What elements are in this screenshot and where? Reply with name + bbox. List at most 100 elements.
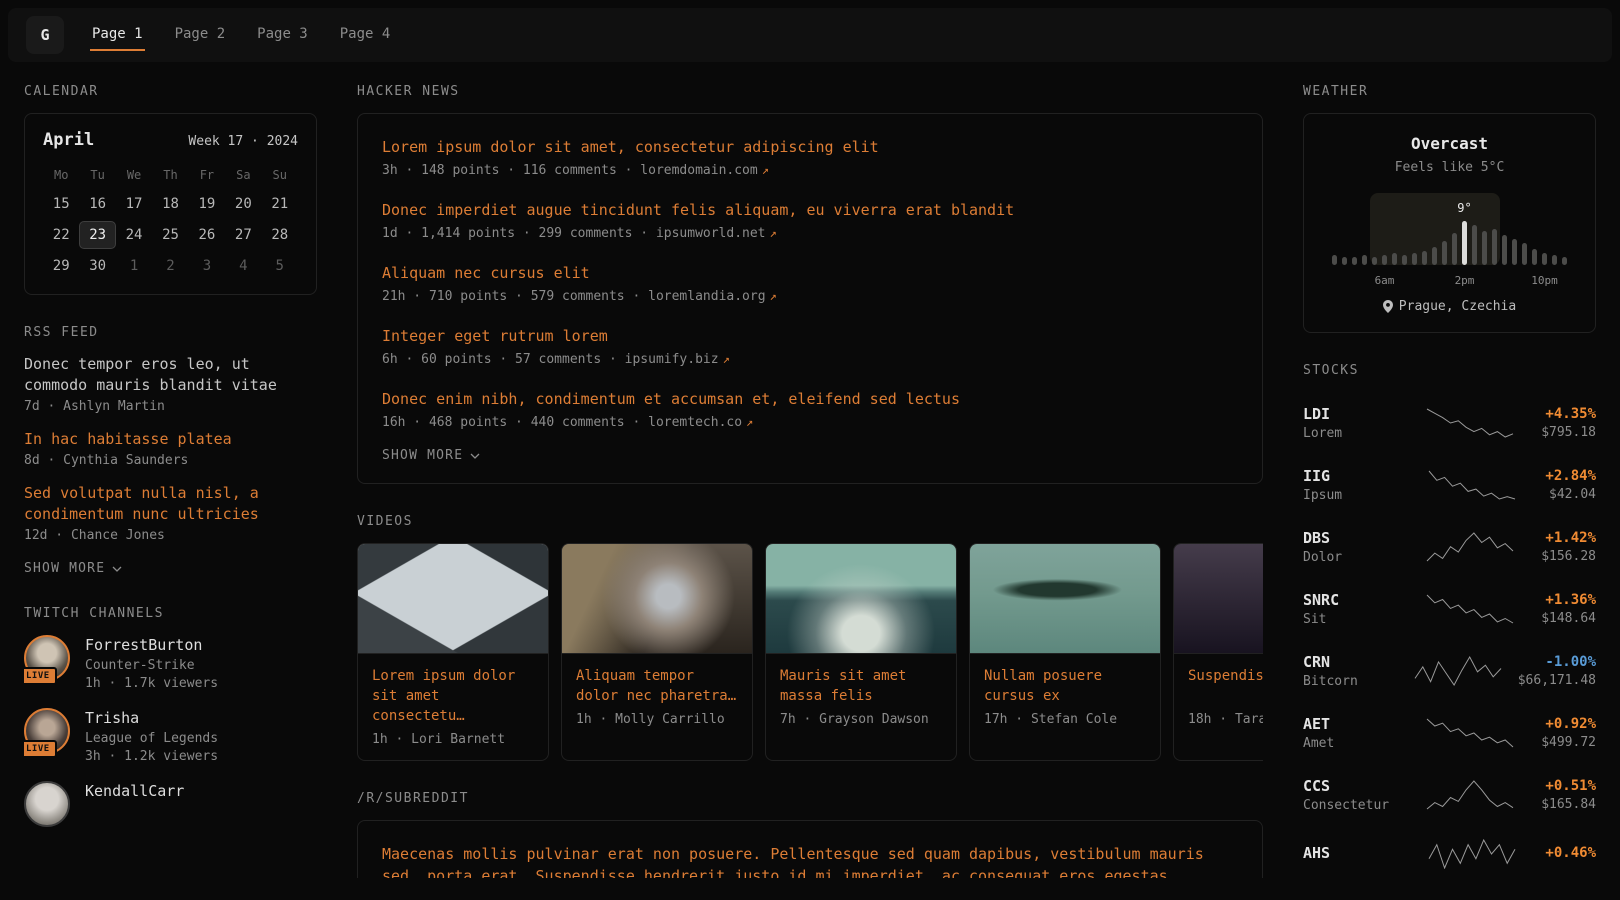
hn-story: Donec enim nibh, condimentum et accumsan… [382, 388, 1238, 430]
calendar-day: 23 [79, 221, 115, 249]
video-meta: 18h · Tara [1188, 712, 1263, 727]
twitch-channel[interactable]: LIVE Trisha League of Legends 3h · 1.2k … [24, 708, 317, 764]
logo: G [26, 16, 64, 54]
stocks-widget: STOCKS LDI Lorem +4.35% $795.18 IIG Ipsu… [1303, 363, 1596, 878]
avatar: LIVE [24, 635, 70, 681]
weather-bar [1352, 257, 1357, 265]
story-title-link[interactable]: Integer eget rutrum lorem [382, 325, 1238, 347]
story-source-link[interactable]: loremtech.co [648, 415, 742, 430]
stock-name: Lorem [1303, 426, 1399, 441]
stock-row-ahs[interactable]: AHS +0.46% [1303, 826, 1596, 878]
stock-list: LDI Lorem +4.35% $795.18 IIG Ipsum +2.84… [1303, 392, 1596, 878]
tab-page-1[interactable]: Page 1 [90, 20, 145, 51]
stock-change: -1.00% [1518, 654, 1596, 670]
weather-bar [1402, 255, 1407, 265]
stock-name: Bitcorn [1303, 674, 1399, 689]
weather-location: Prague, Czechia [1324, 299, 1575, 314]
video-card-row: Lorem ipsum dolor sit amet consectetu… 1… [357, 543, 1263, 761]
video-card[interactable]: Mauris sit amet massa felis 7h · Grayson… [765, 543, 957, 761]
channel-game: League of Legends [85, 731, 218, 746]
video-card[interactable]: Nullam posuere cursus ex 17h · Stefan Co… [969, 543, 1161, 761]
video-title-link[interactable]: Suspendisse diam [1188, 666, 1263, 706]
weather-location-label: Prague, Czechia [1399, 299, 1516, 314]
rss-show-more-button[interactable]: SHOW MORE [24, 561, 122, 576]
video-card[interactable]: Suspendisse diam 18h · Tara [1173, 543, 1263, 761]
rss-item-link[interactable]: Donec tempor eros leo, ut commodo mauris… [24, 354, 317, 396]
stock-name: Consectetur [1303, 798, 1399, 813]
rss-show-more-label: SHOW MORE [24, 561, 105, 576]
external-link-icon: ↗ [723, 352, 730, 366]
sparkline-chart [1426, 532, 1514, 562]
video-title-link[interactable]: Mauris sit amet massa felis [780, 666, 942, 706]
stock-price: $148.64 [1541, 611, 1596, 626]
weather-bar [1542, 253, 1547, 265]
tab-page-3[interactable]: Page 3 [255, 20, 310, 51]
video-title-link[interactable]: Aliquam tempor dolor nec pharetra… [576, 666, 738, 706]
story-meta-text: 16h · 468 points · 440 comments [382, 415, 625, 430]
story-source-link[interactable]: loremlandia.org [648, 289, 765, 304]
stock-change: +2.84% [1545, 468, 1596, 484]
story-source-link[interactable]: ipsumify.biz [625, 352, 719, 367]
videos-widget-title: VIDEOS [357, 514, 1263, 529]
stock-sparkline [1409, 408, 1531, 438]
calendar-day: 3 [189, 252, 225, 280]
calendar-week-info: Week 17 · 2024 [188, 134, 298, 149]
tab-page-4[interactable]: Page 4 [338, 20, 393, 51]
video-thumbnail [1174, 544, 1263, 654]
video-title-link[interactable]: Nullam posuere cursus ex [984, 666, 1146, 706]
twitch-channel[interactable]: LIVE ForrestBurton Counter-Strike 1h · 1… [24, 635, 317, 691]
stock-row-iig[interactable]: IIG Ipsum +2.84% $42.04 [1303, 454, 1596, 516]
video-card-body: Suspendisse diam 18h · Tara [1174, 654, 1263, 740]
story-title-link[interactable]: Donec enim nibh, condimentum et accumsan… [382, 388, 1238, 410]
stock-row-ccs[interactable]: CCS Consectetur +0.51% $165.84 [1303, 764, 1596, 826]
story-source-link[interactable]: ipsumworld.net [656, 226, 766, 241]
channel-game: Counter-Strike [85, 658, 218, 673]
hn-story: Aliquam nec cursus elit 21h · 710 points… [382, 262, 1238, 304]
stock-row-snrc[interactable]: SNRC Sit +1.36% $148.64 [1303, 578, 1596, 640]
video-card[interactable]: Aliquam tempor dolor nec pharetra… 1h · … [561, 543, 753, 761]
stock-ticker: DBS [1303, 529, 1399, 547]
tab-page-2[interactable]: Page 2 [173, 20, 228, 51]
hn-show-more-button[interactable]: SHOW MORE [382, 448, 480, 463]
weather-bar [1502, 235, 1507, 265]
location-pin-icon [1383, 300, 1393, 313]
rss-item-link[interactable]: Sed volutpat nulla nisl, a condimentum n… [24, 483, 317, 525]
video-card-body: Mauris sit amet massa felis 7h · Grayson… [766, 654, 956, 740]
stock-row-aet[interactable]: AET Amet +0.92% $499.72 [1303, 702, 1596, 764]
rss-item-link[interactable]: In hac habitasse platea [24, 429, 317, 450]
weather-bar [1432, 247, 1437, 265]
stock-name: Amet [1303, 736, 1399, 751]
story-title-link[interactable]: Maecenas mollis pulvinar erat non posuer… [382, 843, 1238, 878]
video-card[interactable]: Lorem ipsum dolor sit amet consectetu… 1… [357, 543, 549, 761]
weather-bars [1332, 207, 1567, 265]
story-title-link[interactable]: Lorem ipsum dolor sit amet, consectetur … [382, 136, 1238, 158]
channel-name: ForrestBurton [85, 636, 218, 654]
video-thumbnail [562, 544, 752, 654]
stock-ticker: AET [1303, 715, 1399, 733]
story-title-link[interactable]: Aliquam nec cursus elit [382, 262, 1238, 284]
stock-ticker: CCS [1303, 777, 1399, 795]
dashboard-page: G Page 1 Page 2 Page 3 Page 4 CALENDAR A… [0, 0, 1620, 900]
subreddit-story: Maecenas mollis pulvinar erat non posuer… [382, 843, 1238, 878]
stock-row-dbs[interactable]: DBS Dolor +1.42% $156.28 [1303, 516, 1596, 578]
stock-price: $165.84 [1541, 797, 1596, 812]
stock-row-crn[interactable]: CRN Bitcorn -1.00% $66,171.48 [1303, 640, 1596, 702]
chevron-down-icon [470, 453, 480, 459]
stock-sparkline [1409, 594, 1531, 624]
calendar-card: April Week 17 · 2024 MoTuWeThFrSaSu 1516… [24, 113, 317, 295]
story-source-link[interactable]: loremdomain.com [640, 163, 757, 178]
twitch-channel[interactable]: KendallCarr [24, 781, 317, 827]
video-title-link[interactable]: Lorem ipsum dolor sit amet consectetu… [372, 666, 534, 726]
weather-chart: 9° 6am2pm10pm [1332, 189, 1567, 287]
rss-item: Donec tempor eros leo, ut commodo mauris… [24, 354, 317, 414]
calendar-header: April Week 17 · 2024 [43, 130, 298, 150]
topbar: G Page 1 Page 2 Page 3 Page 4 [8, 8, 1612, 62]
stock-sparkline [1409, 532, 1531, 562]
stock-row-ldi[interactable]: LDI Lorem +4.35% $795.18 [1303, 392, 1596, 454]
tab-label: Page 2 [173, 20, 228, 51]
weather-bar [1482, 231, 1487, 265]
video-meta: 1h · Molly Carrillo [576, 712, 738, 727]
story-title-link[interactable]: Donec imperdiet augue tincidunt felis al… [382, 199, 1238, 221]
stock-values: +0.92% $499.72 [1541, 716, 1596, 750]
weather-bar [1552, 255, 1557, 265]
